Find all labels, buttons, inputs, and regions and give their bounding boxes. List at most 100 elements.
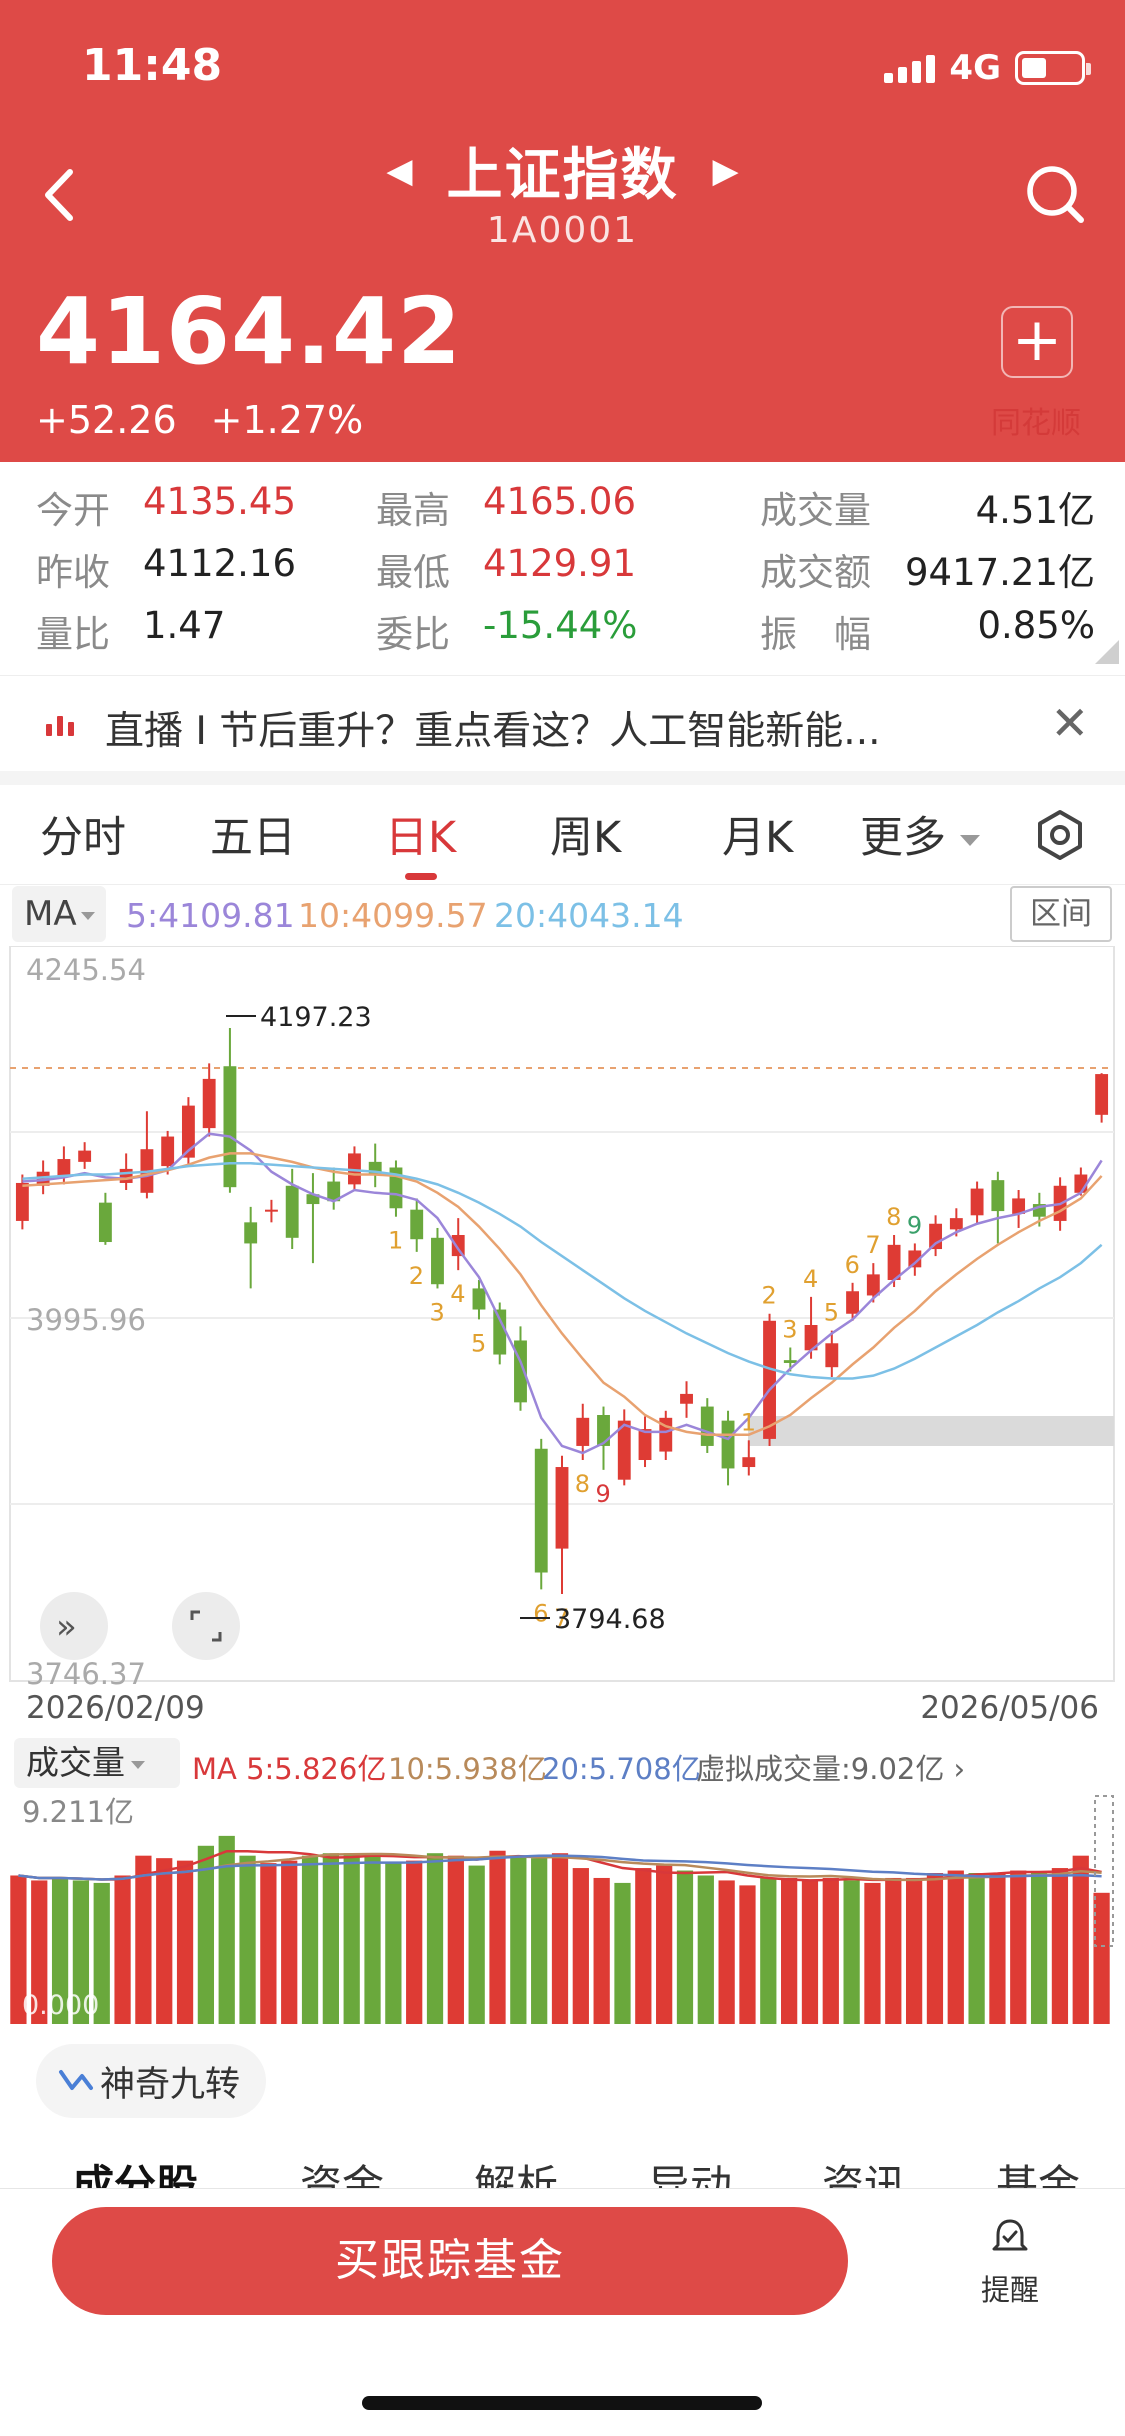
volume-bar [426,1853,444,2024]
indicator-selector[interactable]: MA [12,886,106,942]
quote-header: 11:48 4G ◀ 上证指数 ▶ 1A0001 4164.42 +52.26 +… [0,0,1125,462]
volume-bars [10,1835,1110,2024]
candle-up [742,1457,756,1468]
volume-bar [697,1875,714,2024]
tab-fund[interactable]: 基金 [996,2152,1080,2190]
volume-bar [343,1853,360,2024]
candle-down [534,1448,548,1573]
volume-bar [510,1855,527,2024]
volume-chart[interactable]: 9.211亿 0.000 [0,1788,1125,2028]
volume-bar [572,1868,589,2024]
volume-bar [468,1865,485,2024]
volume-bar [301,1855,319,2024]
volume-bar [1051,1868,1069,2024]
fullscreen-button[interactable] [172,1592,240,1660]
volume-bar [406,1860,423,2024]
nine-turn-label: 5 [824,1299,839,1327]
volume-bar [989,1873,1006,2024]
remind-button[interactable]: 提醒 [970,2215,1050,2325]
volume-bar [718,1880,735,2024]
volume-bar [447,1855,464,2024]
search-button[interactable] [1021,160,1091,230]
tab-monthly-k[interactable]: 月K [722,803,793,865]
title-row: ◀ 上证指数 ▶ [0,130,1125,211]
volume-bar [531,1858,548,2024]
stat-volume: 成交量 [760,489,871,532]
candle-up [846,1291,859,1314]
volume-legend-row: 成交量 MA 5:5.826亿 10:5.938亿 20:5.708亿 虚拟成交… [14,1738,1114,1788]
fast-forward-button[interactable]: » [40,1592,108,1660]
candle-up [638,1429,652,1461]
volume-bar [364,1855,381,2024]
tab-movement[interactable]: 异动 [648,2152,732,2190]
home-indicator [362,2396,762,2410]
volume-bar [760,1877,777,2024]
nine-turn-label: 1 [388,1227,403,1255]
stat-commission-value: -15.44% [483,604,638,647]
high-marker: 4197.23 [226,1002,372,1033]
tab-constituents[interactable]: 成分股 [72,2152,198,2190]
expand-stats-corner[interactable] [1095,640,1119,664]
chart-settings-button[interactable] [1025,800,1095,870]
volume-bar [551,1853,569,2024]
stat-amplitude-value: 0.85% [977,604,1095,647]
tab-more[interactable]: 更多 [860,803,980,865]
tab-five-day[interactable]: 五日 [210,803,296,865]
candle-down [285,1185,299,1238]
candle-up [555,1467,569,1549]
candle-up [202,1078,216,1129]
candles-group [15,1027,1109,1595]
tab-weekly-k[interactable]: 周K [550,803,621,865]
status-time: 11:48 [82,40,223,91]
stat-amount-value: 9417.21亿 [904,551,1095,594]
nine-turn-label: 9 [907,1211,922,1239]
prev-index-arrow[interactable]: ◀ [386,151,412,191]
gear-icon [1038,810,1082,860]
current-price: 4164.42 [36,278,463,385]
nine-turn-label: 9 [596,1480,611,1508]
candle-up [15,1182,29,1221]
period-tabs: 分时 五日 日K 周K 月K 更多 [0,785,1125,885]
stat-prev-close-value: 4112.16 [143,542,297,585]
stat-commission: 委比 [376,613,450,656]
ma20-value: 20:4043.14 [494,896,684,935]
live-banner[interactable]: 直播 I 节后重升？重点看这？人工智能新能... ✕ [0,675,1125,771]
volume-bar [676,1870,694,2024]
status-indicators: 4G [884,48,1091,88]
magic-nine-turn-button[interactable]: 神奇九转 [36,2044,266,2118]
kline-chart[interactable]: 123456 78 912345678 9 4245.54 3995.96 3746.… [0,946,1125,1688]
close-icon[interactable]: ✕ [1050,696,1089,750]
tab-analysis[interactable]: 解析 [474,2152,558,2190]
nine-turn-label: 3 [782,1316,797,1344]
tab-daily-k[interactable]: 日K [385,803,456,865]
chevron-down-icon [80,911,95,920]
candle-down [783,1360,797,1363]
vol-ma10: 10:5.938亿 [388,1752,547,1786]
candle-up [970,1188,984,1216]
volume-bar [614,1882,631,2024]
stat-prev-close: 昨收 [36,551,110,594]
tab-capital[interactable]: 资金 [300,2152,384,2190]
virtual-volume-link[interactable]: 虚拟成交量:9.02亿 › [696,1746,965,1788]
candle-up [1095,1074,1109,1115]
volume-selector-label: 成交量 [26,1743,125,1782]
tab-news[interactable]: 资讯 [822,2152,906,2190]
buy-tracking-fund-button[interactable]: 买跟踪基金 [52,2207,848,2315]
ma20-line [22,1162,1103,1380]
search-icon [1027,166,1084,223]
volume-bar [781,1877,798,2024]
volume-bar [593,1877,610,2024]
range-button[interactable]: 区间 [1010,886,1112,942]
volume-indicator-selector[interactable]: 成交量 [14,1738,180,1788]
volume-bar [1010,1870,1027,2024]
tab-intraday[interactable]: 分时 [40,803,126,865]
add-watchlist-button[interactable]: + [1001,306,1073,378]
volume-bar [905,1877,923,2024]
vol-ma5: MA 5:5.826亿 [192,1752,387,1786]
stat-open: 今开 [36,489,110,532]
vol-y-top-label: 9.211亿 [22,1795,134,1829]
next-index-arrow[interactable]: ▶ [713,151,739,191]
nine-turn-label: 6 [533,1599,548,1627]
candle-up [680,1393,693,1404]
volume-bar [385,1863,402,2024]
